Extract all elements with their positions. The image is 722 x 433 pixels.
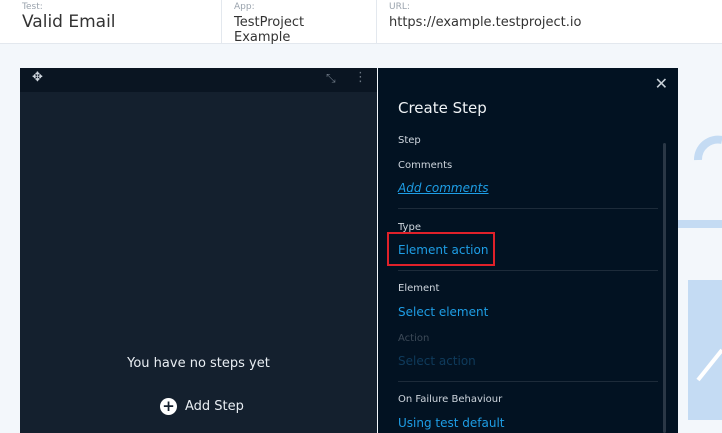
url-value: https://example.testproject.io [389, 15, 582, 30]
more-options-icon[interactable]: ⋮ [354, 70, 367, 85]
panel-title: Create Step [398, 99, 487, 117]
test-name: Valid Email [22, 12, 116, 32]
step-label: Step [398, 135, 421, 146]
divider [398, 270, 658, 271]
background-illustration-icon [678, 135, 722, 420]
app-cell: App: TestProject Example [222, 0, 377, 45]
collapse-icon[interactable]: ⤡ [326, 71, 336, 86]
test-info-bar: Test: Valid Email App: TestProject Example… [0, 0, 722, 45]
highlight-box [387, 232, 495, 266]
element-label: Element [398, 283, 440, 294]
add-step-label: Add Step [185, 399, 244, 414]
failure-label: On Failure Behaviour [398, 394, 503, 405]
url-label: URL: [389, 2, 410, 12]
add-comments-link[interactable]: Add comments [398, 181, 489, 195]
test-cell: Test: Valid Email [0, 0, 222, 44]
empty-steps-text: You have no steps yet [127, 356, 270, 371]
app-label: App: [234, 2, 255, 12]
comments-label: Comments [398, 160, 453, 171]
app-name: TestProject Example [234, 15, 305, 45]
select-action-link[interactable]: Select action [398, 354, 476, 368]
divider [398, 381, 658, 382]
create-step-panel: ✕ Create Step Step Comments Add comments… [378, 68, 678, 433]
test-label: Test: [22, 2, 43, 12]
failure-behaviour-select[interactable]: Using test default [398, 416, 505, 430]
select-element-link[interactable]: Select element [398, 305, 488, 319]
plus-icon: + [160, 398, 177, 415]
divider [398, 208, 658, 209]
scrollbar[interactable] [663, 143, 666, 433]
steps-panel: ✥ ⤡ ⋮ You have no steps yet + Add Step [20, 68, 377, 433]
move-icon[interactable]: ✥ [32, 70, 43, 85]
steps-panel-header: ✥ ⤡ ⋮ [20, 68, 377, 92]
close-icon[interactable]: ✕ [655, 74, 668, 93]
action-label: Action [398, 333, 430, 344]
add-step-button[interactable]: + Add Step [160, 398, 244, 415]
url-cell: URL: https://example.testproject.io [377, 0, 593, 44]
